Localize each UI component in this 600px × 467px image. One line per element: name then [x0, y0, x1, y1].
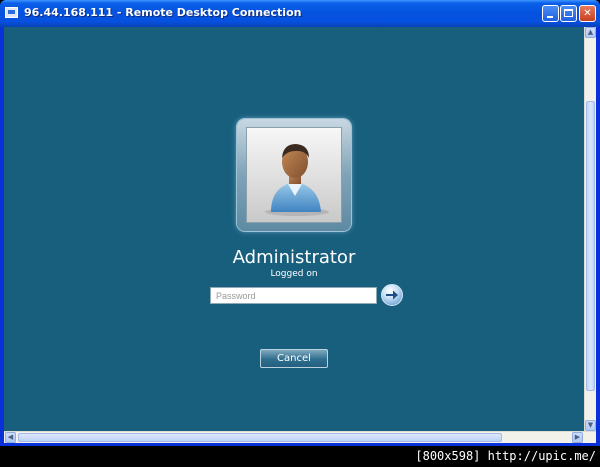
maximize-icon [564, 9, 573, 17]
vertical-scroll-thumb[interactable] [586, 101, 595, 391]
close-button[interactable]: ✕ [579, 5, 596, 22]
arrow-down-icon: ▼ [587, 421, 594, 429]
scroll-down-button[interactable]: ▼ [585, 420, 596, 431]
user-tile[interactable] [237, 119, 351, 231]
minimize-button[interactable] [542, 5, 559, 22]
maximize-button[interactable] [560, 5, 577, 22]
horizontal-scroll-thumb[interactable] [18, 433, 502, 442]
cancel-button[interactable]: Cancel [260, 349, 328, 368]
arrow-right-icon [386, 290, 398, 300]
horizontal-scrollbar[interactable]: ◀ ▶ [4, 431, 596, 443]
close-icon: ✕ [583, 8, 592, 19]
watermark-text: [800x598] http://upic.me/ [415, 449, 596, 463]
rdp-app-icon [5, 7, 18, 18]
minimize-icon [547, 16, 553, 18]
username-label: Administrator [232, 247, 356, 268]
scroll-left-button[interactable]: ◀ [5, 432, 16, 443]
title-bar[interactable]: 96.44.168.111 - Remote Desktop Connectio… [0, 0, 600, 27]
user-avatar [246, 127, 342, 223]
password-field[interactable] [210, 287, 377, 304]
logon-status: Logged on [270, 269, 318, 279]
submit-button[interactable] [381, 284, 403, 306]
arrow-left-icon: ◀ [7, 433, 14, 441]
window-title: 96.44.168.111 - Remote Desktop Connectio… [24, 6, 302, 19]
user-icon [265, 144, 329, 216]
rdp-window: 96.44.168.111 - Remote Desktop Connectio… [0, 0, 600, 446]
vertical-scrollbar[interactable]: ▲ ▼ [584, 27, 596, 431]
arrow-up-icon: ▲ [587, 28, 594, 36]
scroll-up-button[interactable]: ▲ [585, 27, 596, 38]
image-footer: [800x598] http://upic.me/ [0, 446, 600, 467]
arrow-right-icon: ▶ [574, 433, 581, 441]
size-grip[interactable] [584, 432, 595, 443]
scroll-right-button[interactable]: ▶ [572, 432, 583, 443]
